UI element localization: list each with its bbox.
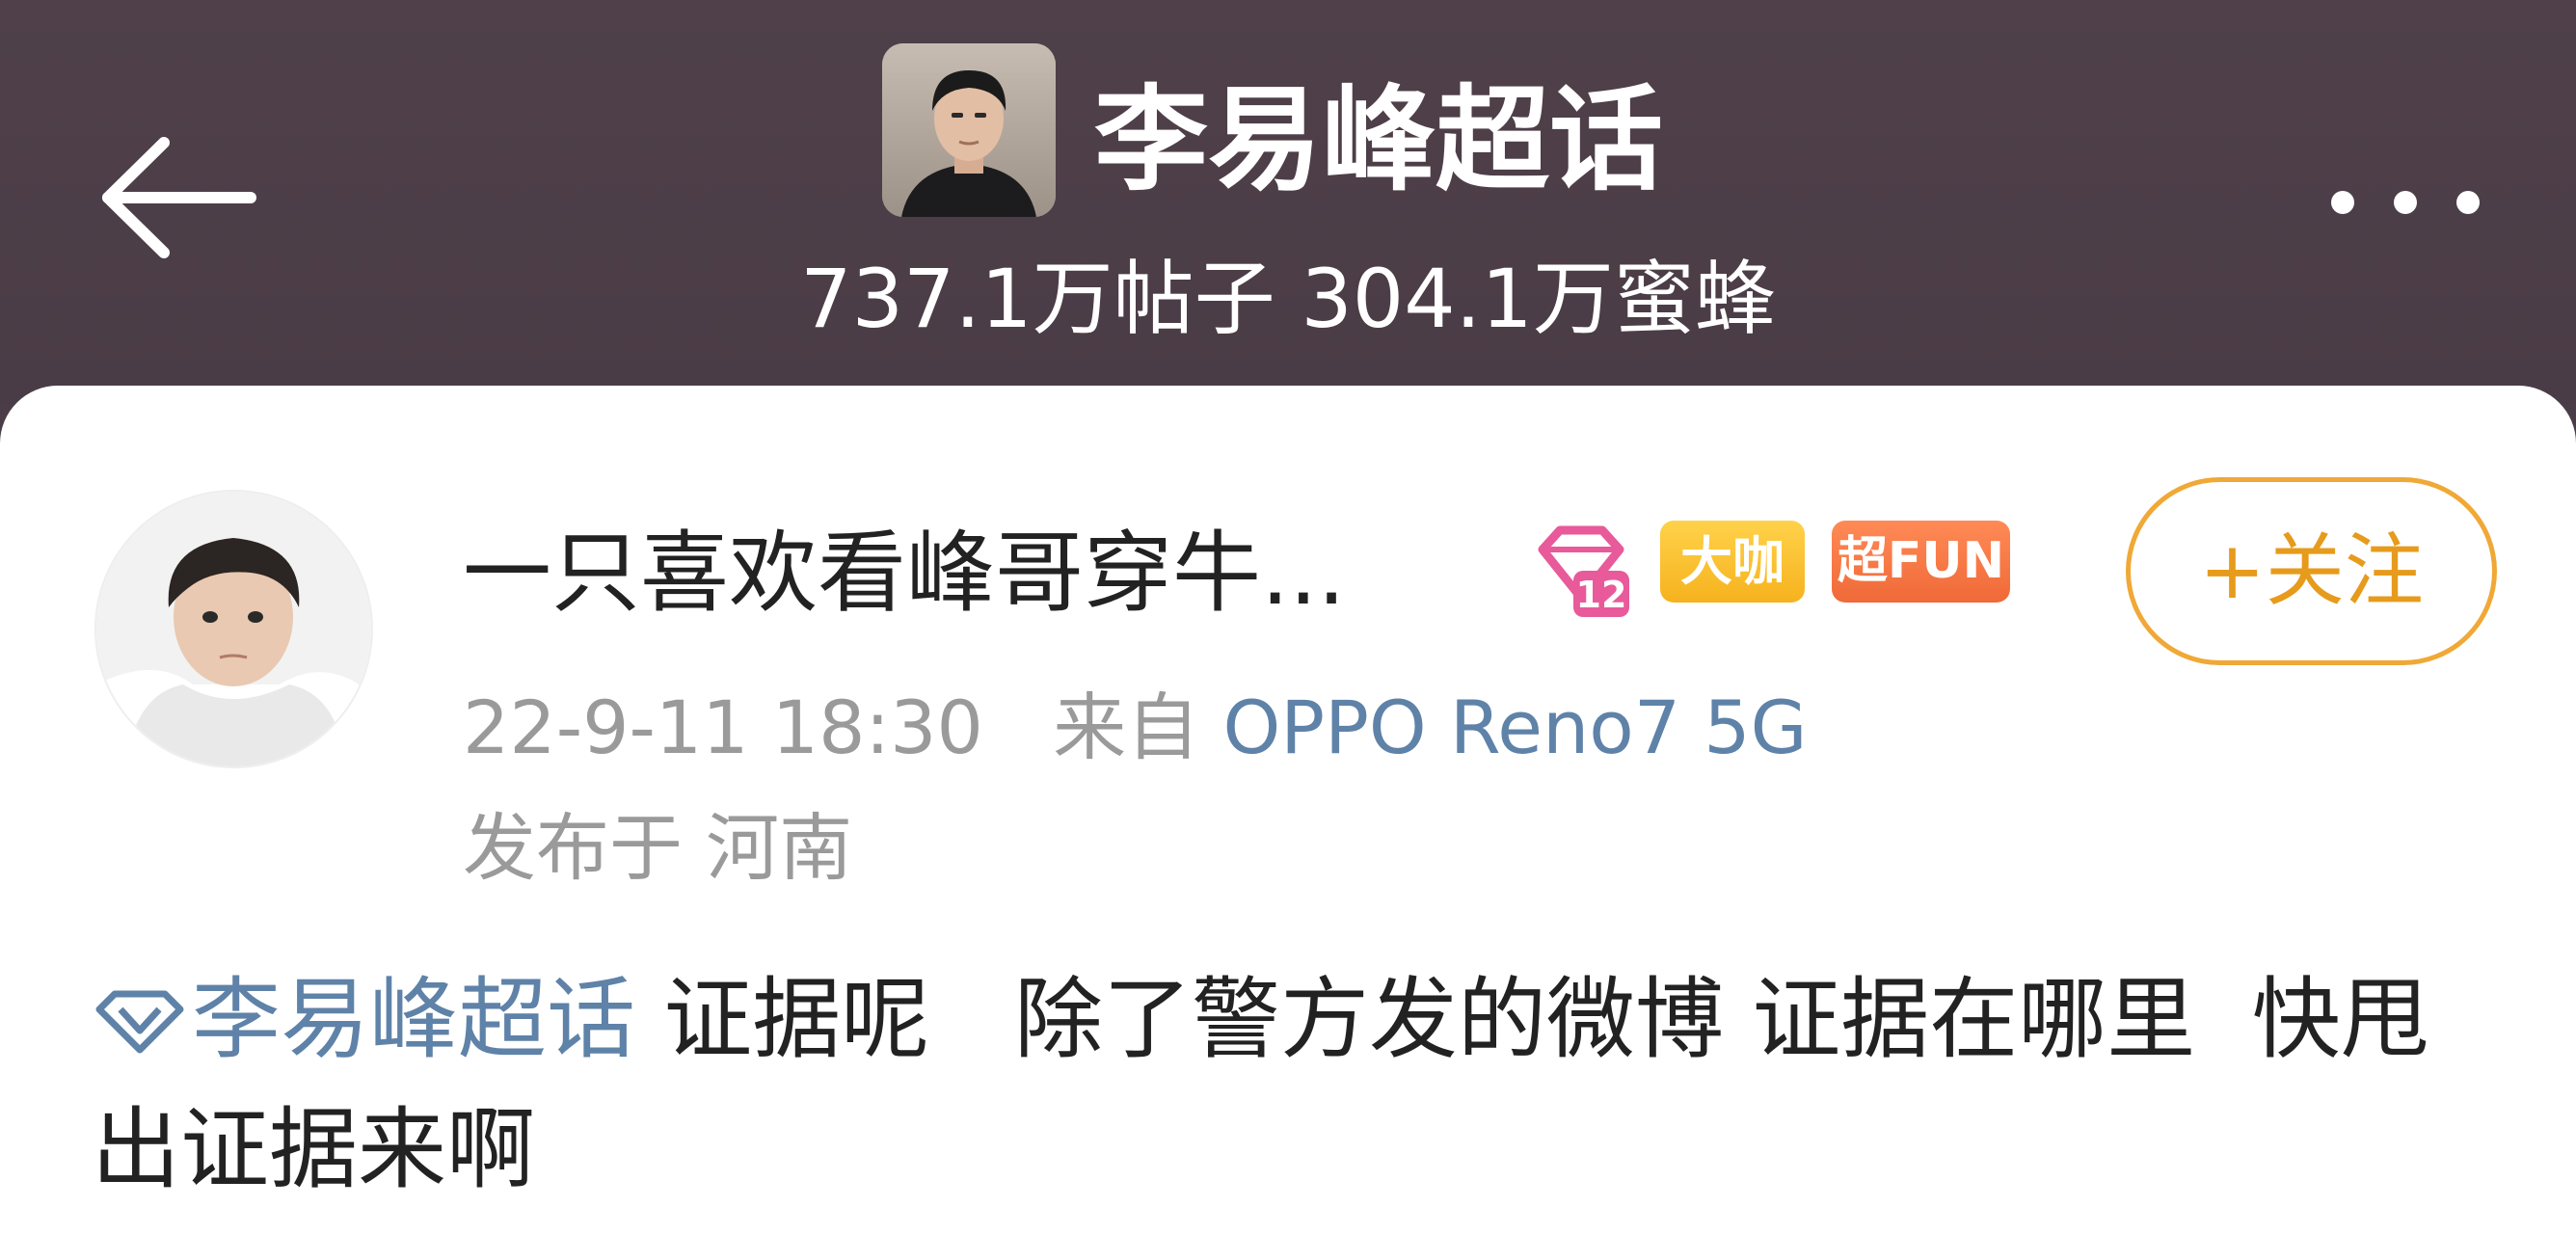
post-body: 李易峰超话 证据呢 除了警方发的微博 证据在哪里 快甩出证据来啊 [92, 954, 2502, 1215]
topic-link[interactable]: 李易峰超话 [92, 968, 635, 1071]
author-avatar-image [96, 492, 371, 766]
level-badge-number: 12 [1576, 574, 1627, 616]
level-badge: 12 [1533, 521, 1634, 622]
topic-avatar[interactable] [882, 43, 1056, 217]
post-location: 发布于 河南 [463, 805, 853, 891]
superfun-badge: 超FUN [1832, 521, 2010, 603]
supertopic-header: 李易峰超话 737.1万帖子 304.1万蜜蜂 [0, 0, 2576, 405]
topic-stats: 737.1万帖子 304.1万蜜蜂 [800, 252, 1776, 346]
post-source-prefix: 来自 [1053, 684, 1200, 770]
diamond-level-icon: 12 [1538, 525, 1629, 617]
topic-avatar-image [882, 43, 1056, 217]
supertopic-diamond-icon [95, 990, 184, 1054]
post-device-link[interactable]: OPPO Reno7 5G [1222, 684, 1807, 770]
daka-badge: 大咖 [1660, 521, 1805, 603]
post-timestamp: 22-9-11 18:30 [463, 684, 983, 770]
topic-link-label: 李易峰超话 [192, 968, 636, 1071]
more-button[interactable] [2323, 169, 2487, 236]
post-card: 一只喜欢看峰哥穿牛... 12 大咖 超FUN +关注 22-9-11 18:3… [0, 386, 2576, 1234]
author-avatar[interactable] [96, 492, 371, 766]
follow-button[interactable]: +关注 [2126, 477, 2497, 665]
author-name[interactable]: 一只喜欢看峰哥穿牛... [463, 511, 1346, 636]
topic-title: 李易峰超话 [1094, 73, 1664, 206]
app-screen: 李易峰超话 737.1万帖子 304.1万蜜蜂 一只喜欢看峰哥穿牛... 12 … [0, 0, 2576, 1234]
more-dots-icon [2331, 191, 2480, 214]
post-meta: 22-9-11 18:30 来自 OPPO Reno7 5G [463, 675, 1808, 781]
